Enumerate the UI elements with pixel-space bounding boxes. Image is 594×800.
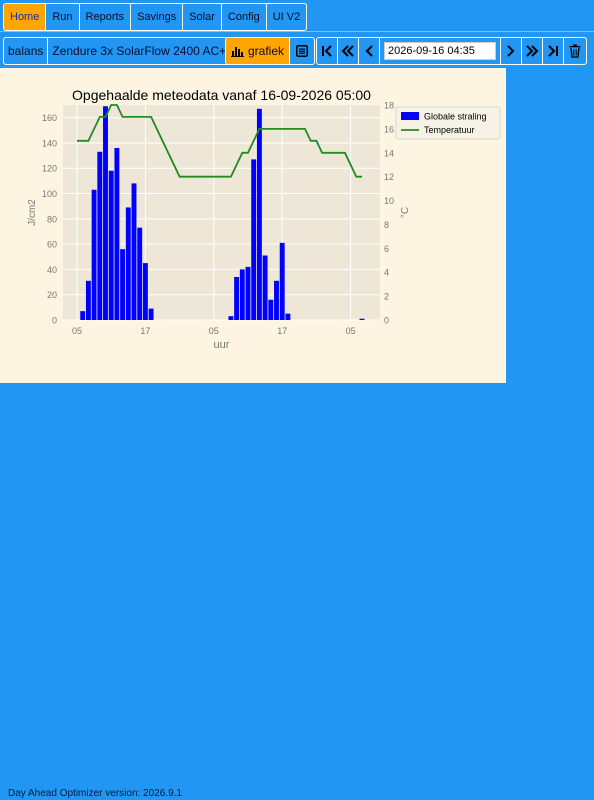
bar-globale-straling: [103, 106, 108, 320]
x-tick-label: 05: [209, 326, 219, 336]
y2-tick-label: 12: [384, 172, 394, 182]
y-tick-label: 80: [47, 214, 57, 224]
bar-globale-straling: [245, 266, 251, 320]
nav-ui-v2[interactable]: UI V2: [267, 4, 307, 30]
y2-tick-label: 4: [384, 268, 389, 278]
legend-label-globale-straling: Globale straling: [424, 112, 487, 122]
fast-forward-icon[interactable]: [522, 38, 543, 64]
nav-divider: [0, 31, 594, 32]
back-icon[interactable]: [359, 38, 380, 64]
bar-globale-straling: [279, 242, 285, 320]
bar-chart-icon: [231, 47, 244, 57]
bar-globale-straling: [256, 108, 262, 320]
bar-globale-straling: [91, 189, 97, 320]
bar-globale-straling: [239, 269, 245, 320]
bar-globale-straling: [359, 318, 365, 320]
y-tick-label: 100: [42, 189, 57, 199]
bar-globale-straling: [114, 148, 120, 320]
date-input[interactable]: [384, 42, 496, 60]
bar-globale-straling: [234, 277, 240, 320]
bar-globale-straling: [80, 311, 86, 320]
report-selector: balans Zendure 3x SolarFlow 2400 AC+: [3, 37, 232, 65]
y-axis-label: J/cm2: [27, 199, 38, 226]
table-view-button[interactable]: [290, 38, 314, 64]
chart-panel: 0 20 40 60 80 100 120 140 160 0 2 4 6 8 10 12 14 16 18 05 17…: [0, 68, 506, 383]
bar-globale-straling: [120, 249, 126, 320]
balans-button[interactable]: balans: [4, 38, 49, 64]
nav-savings[interactable]: Savings: [131, 4, 184, 30]
nav-solar[interactable]: Solar: [183, 4, 222, 30]
bar-globale-straling: [268, 299, 274, 320]
bar-globale-straling: [125, 207, 131, 320]
x-tick-label: 05: [346, 326, 356, 336]
y2-tick-label: 16: [384, 124, 394, 134]
legend-label-temperatuur: Temperatuur: [424, 125, 475, 135]
y-tick-label: 0: [52, 316, 57, 326]
y2-tick-label: 14: [384, 148, 394, 158]
forward-icon[interactable]: [500, 38, 522, 64]
nav-run[interactable]: Run: [46, 4, 80, 30]
y2-axis-label: °C: [400, 207, 411, 218]
x-tick-label: 05: [72, 326, 82, 336]
bar-globale-straling: [142, 263, 148, 320]
y-tick-label: 120: [42, 164, 57, 174]
y-tick-label: 60: [47, 240, 57, 250]
bar-globale-straling: [131, 183, 137, 320]
bar-globale-straling: [137, 227, 143, 320]
grafiek-button[interactable]: grafiek: [226, 38, 291, 64]
bar-globale-straling: [285, 313, 291, 320]
y-tick-label: 40: [47, 265, 57, 275]
y2-tick-label: 18: [384, 101, 394, 111]
view-toggle: grafiek: [225, 37, 316, 65]
chart-title: Opgehaalde meteodata vanaf 16-09-2026 05…: [72, 87, 371, 103]
nav-config[interactable]: Config: [222, 4, 267, 30]
legend-swatch-bar: [401, 112, 419, 120]
fast-back-icon[interactable]: [338, 38, 359, 64]
device-button[interactable]: Zendure 3x SolarFlow 2400 AC+: [48, 38, 230, 64]
bar-globale-straling: [85, 280, 91, 320]
version-text: Day Ahead Optimizer version: 2026.9.1: [8, 788, 182, 799]
bar-globale-straling: [148, 308, 154, 320]
bar-globale-straling: [108, 170, 114, 320]
bar-globale-straling: [251, 159, 257, 320]
list-icon: [296, 45, 309, 57]
nav-home[interactable]: Home: [4, 4, 47, 30]
y2-tick-label: 10: [384, 196, 394, 206]
bar-globale-straling: [228, 316, 234, 320]
y2-tick-label: 0: [384, 316, 389, 326]
x-tick-label: 17: [277, 326, 287, 336]
y-tick-label: 160: [42, 113, 57, 123]
x-tick-label: 17: [140, 326, 150, 336]
x-axis-label: uur: [214, 339, 230, 351]
main-nav: Home Run Reports Savings Solar Config UI V2: [3, 3, 308, 31]
y-tick-label: 140: [42, 138, 57, 148]
y-tick-label: 20: [47, 290, 57, 300]
first-icon[interactable]: [317, 38, 338, 64]
last-icon[interactable]: [543, 38, 564, 64]
grafiek-label: grafiek: [248, 44, 285, 58]
meteo-chart: 0 20 40 60 80 100 120 140 160 0 2 4 6 8 10 12 14 16 18 05 17…: [27, 87, 501, 351]
y2-tick-label: 6: [384, 244, 389, 254]
nav-reports[interactable]: Reports: [80, 4, 132, 30]
y2-tick-label: 2: [384, 292, 389, 302]
bar-globale-straling: [274, 280, 279, 320]
bar-globale-straling: [97, 151, 103, 320]
bar-globale-straling: [262, 255, 268, 320]
trash-icon[interactable]: [564, 38, 586, 64]
date-navigation: [316, 37, 587, 65]
y2-tick-label: 8: [384, 220, 389, 230]
